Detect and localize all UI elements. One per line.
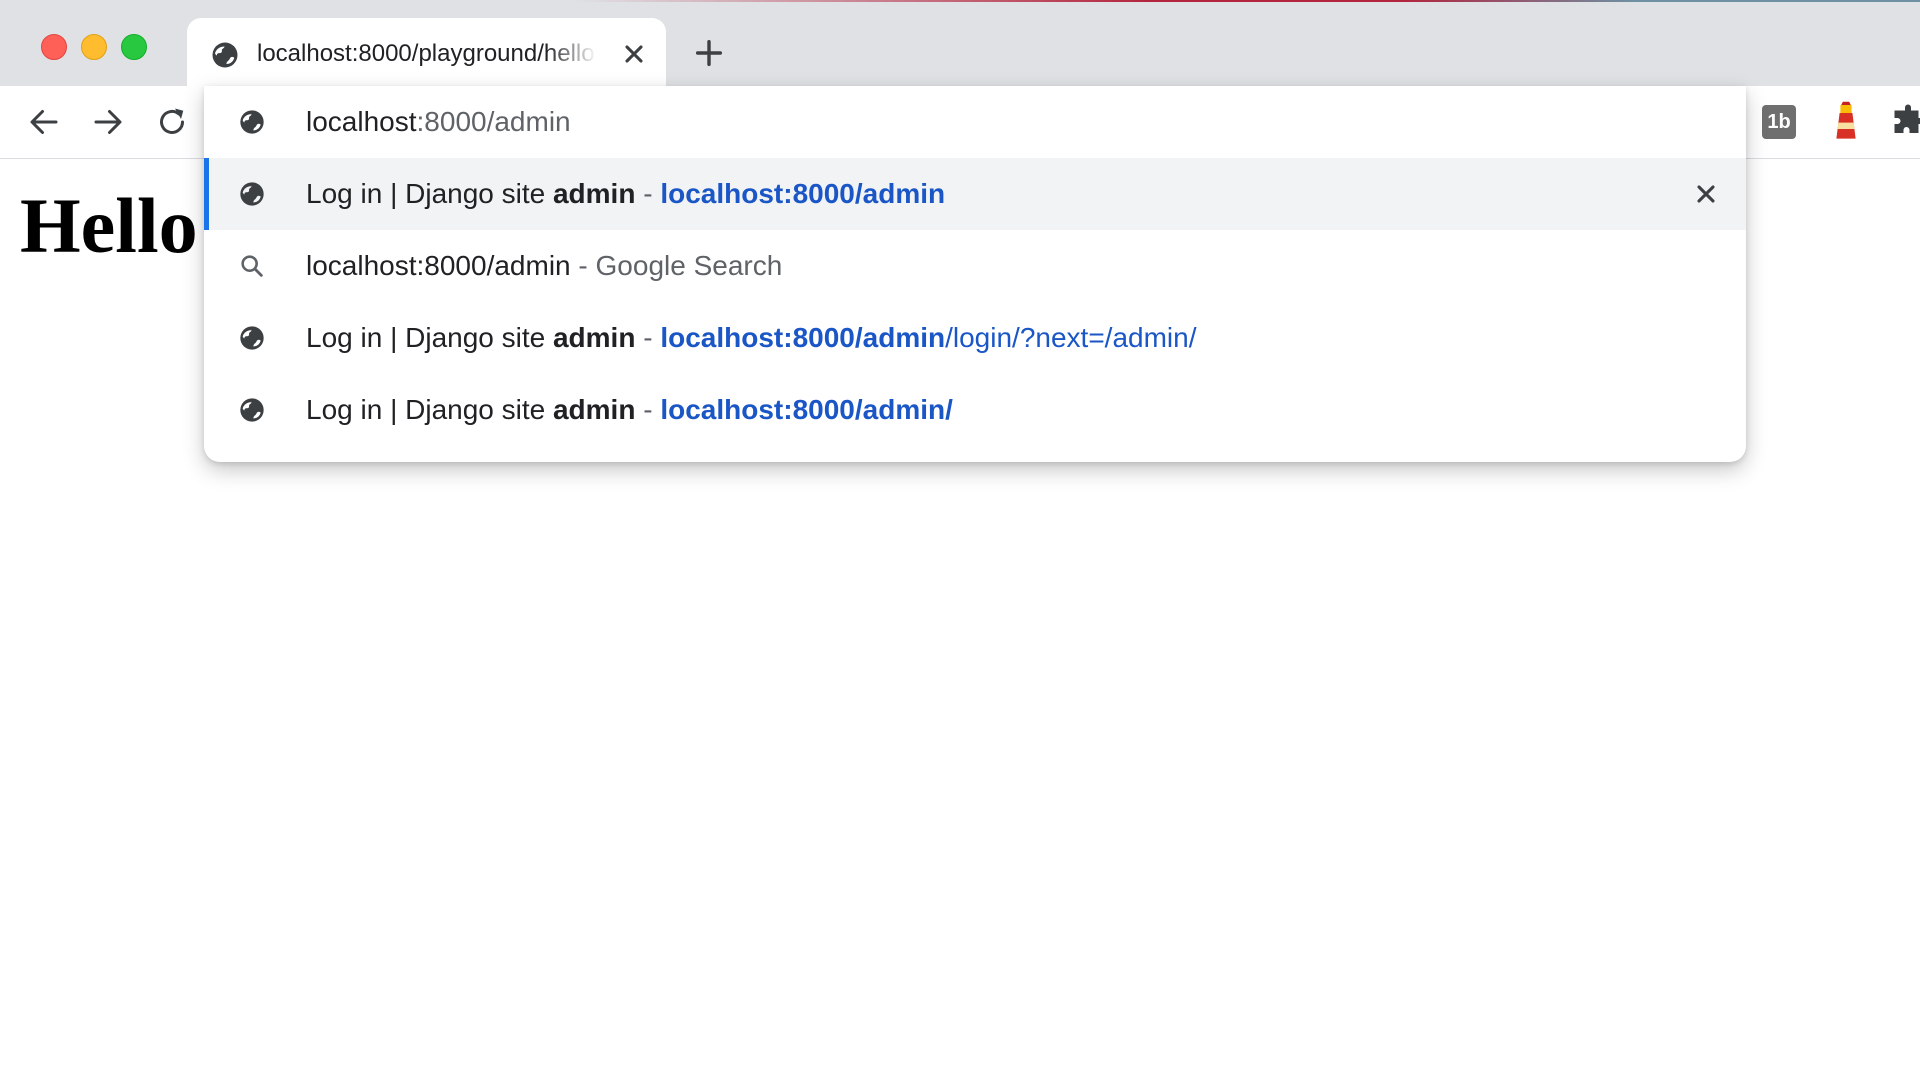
suggestion-text: localhost:8000/admin - Google Search [306, 230, 782, 302]
omnibox-typed-text: localhost [306, 106, 417, 137]
tab-title: localhost:8000/playground/hello [257, 40, 595, 67]
suggestion-search-engine: Google Search [595, 250, 783, 281]
1b-extension-icon[interactable]: 1b [1762, 105, 1796, 139]
arrow-left-icon[interactable] [26, 104, 62, 140]
suggestion-title: Log in | Django site [306, 178, 553, 209]
window-accent-line [0, 0, 1920, 2]
plus-icon[interactable] [692, 36, 726, 70]
globe-icon [212, 42, 238, 68]
suggestion-title-match: admin [552, 178, 636, 209]
suggestion-item[interactable]: localhost:8000/admin - Google Search [204, 230, 1746, 302]
suggestion-text: Log in | Django site admin - localhost:8… [306, 302, 1197, 374]
suggestion-separator: - [635, 178, 661, 209]
close-icon[interactable] [1692, 180, 1720, 208]
suggestion-url: localhost:8000/admin [660, 178, 946, 209]
suggestion-item[interactable]: Log in | Django site admin - localhost:8… [204, 374, 1746, 446]
search-icon [241, 255, 263, 277]
suggestion-separator: - [635, 322, 661, 353]
globe-icon [240, 110, 264, 134]
suggestion-separator: - [570, 250, 596, 281]
suggestion-title-match: admin [552, 394, 636, 425]
globe-icon [240, 326, 264, 350]
globe-icon [240, 182, 264, 206]
suggestion-item[interactable]: Log in | Django site admin - localhost:8… [204, 302, 1746, 374]
suggestion-title: Log in | Django site [306, 394, 553, 425]
selection-indicator [204, 158, 209, 230]
omnibox-input[interactable]: localhost:8000/admin [204, 86, 1746, 158]
arrow-right-icon[interactable] [90, 104, 126, 140]
globe-icon [240, 398, 264, 422]
suggestion-title: Log in | Django site [306, 322, 553, 353]
window-zoom-button[interactable] [121, 34, 147, 60]
suggestion-text: Log in | Django site admin - localhost:8… [306, 158, 945, 230]
suggestion-url-path: /login/?next=/admin/ [945, 322, 1197, 353]
suggestion-query: localhost:8000/admin [306, 250, 571, 281]
suggestion-separator: - [635, 394, 661, 425]
window-close-button[interactable] [41, 34, 67, 60]
reload-icon[interactable] [154, 104, 190, 140]
suggestion-title-match: admin [552, 322, 636, 353]
suggestion-item[interactable]: Log in | Django site admin - localhost:8… [204, 158, 1746, 230]
lighthouse-extension-icon[interactable] [1830, 100, 1862, 142]
omnibox-text[interactable]: localhost:8000/admin [306, 86, 571, 158]
close-icon[interactable] [620, 40, 648, 68]
browser-tab[interactable]: localhost:8000/playground/hello [187, 18, 666, 86]
suggestion-url: localhost:8000/admin/ [660, 394, 953, 425]
window-minimize-button[interactable] [81, 34, 107, 60]
suggestion-url: localhost:8000/admin [660, 322, 946, 353]
omnibox-autocomplete: :8000/admin [416, 106, 571, 137]
omnibox-dropdown: localhost:8000/admin Log in | Django sit… [204, 86, 1746, 462]
puzzle-extensions-icon[interactable] [1890, 102, 1920, 140]
suggestion-text: Log in | Django site admin - localhost:8… [306, 374, 953, 446]
